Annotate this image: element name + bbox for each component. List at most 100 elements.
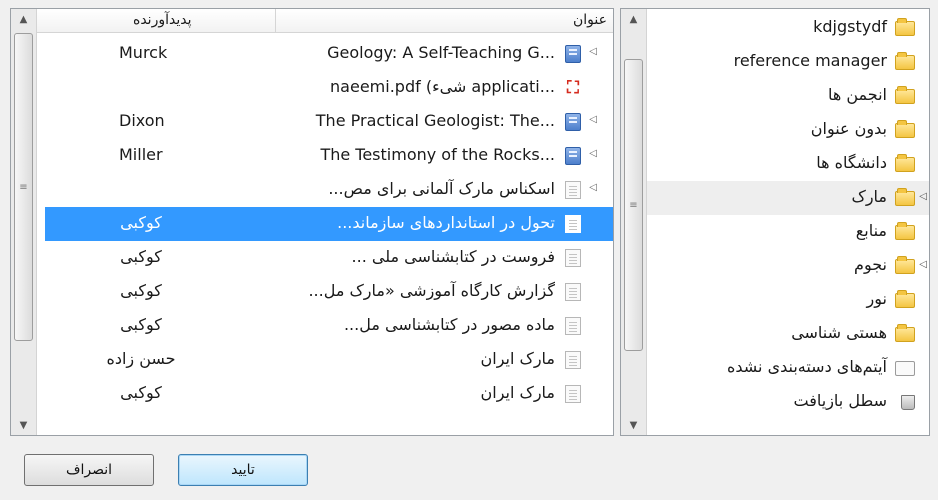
list-item[interactable]: حسن زاده مارک ایران <box>45 343 613 377</box>
scroll-thumb[interactable]: ≡ <box>624 59 643 351</box>
collection-label: آیتم‌های دسته‌بندی نشده <box>726 357 887 376</box>
collections-tree[interactable]: ▲ ≡ ▼ kdjgstydf reference manager انجمن ها… <box>620 8 930 436</box>
book-icon <box>565 147 581 165</box>
collection-label: مارک <box>851 187 888 206</box>
cancel-button[interactable]: انصراف <box>24 454 154 486</box>
collection-label: دانشگاه ها <box>816 153 887 172</box>
item-title: Geology: A Self-Teaching G... <box>327 43 555 62</box>
expand-arrow-icon[interactable]: ◁ <box>919 259 927 270</box>
collection-item[interactable]: kdjgstydf <box>647 11 929 45</box>
items-tree[interactable]: ▲ ≡ ▼ پدیدآورنده عنوان Murck Geology: A S… <box>10 8 614 436</box>
folder-icon <box>895 290 915 308</box>
expand-arrow-icon[interactable]: ◁ <box>589 148 597 159</box>
item-title: گزارش کارگاه آموزشی «مارک مل... <box>308 281 555 300</box>
item-creator: کوکبی <box>120 247 162 266</box>
document-icon <box>565 215 581 233</box>
scroll-up-arrow-icon[interactable]: ▲ <box>621 9 646 29</box>
item-title: تحول در استانداردهای سازماند... <box>337 213 555 232</box>
item-creator: کوکبی <box>120 315 162 334</box>
item-title: مارک ایران <box>480 349 556 368</box>
collection-item[interactable]: reference manager <box>647 45 929 79</box>
document-icon <box>565 283 581 301</box>
item-title: ماده مصور در کتابشناسی مل... <box>343 315 555 334</box>
book-icon <box>565 113 581 131</box>
item-title: The Testimony of the Rocks... <box>320 145 555 164</box>
expand-arrow-icon[interactable]: ◁ <box>919 191 927 202</box>
folder-icon <box>895 154 915 172</box>
collection-label: سطل بازیافت <box>793 391 887 410</box>
list-item[interactable]: naeemi.pdf (شیء applicati... ⛶ <box>45 71 613 105</box>
expand-arrow-icon[interactable]: ◁ <box>589 46 597 57</box>
column-header-creator[interactable]: پدیدآورنده <box>133 12 191 28</box>
book-icon <box>565 45 581 63</box>
item-creator: Murck <box>119 43 168 62</box>
list-item[interactable]: Murck Geology: A Self-Teaching G... ◁ <box>45 37 613 71</box>
folder-icon <box>895 188 915 206</box>
list-item[interactable]: کوکبی فروست در کتابشناسی ملی ... <box>45 241 613 275</box>
item-creator: Dixon <box>119 111 165 130</box>
collections-scrollbar[interactable]: ▲ ≡ ▼ <box>621 9 647 435</box>
item-creator: کوکبی <box>120 383 162 402</box>
item-title: naeemi.pdf (شیء applicati... <box>330 77 555 96</box>
items-scrollbar[interactable]: ▲ ≡ ▼ <box>11 9 37 435</box>
unfiled-items-icon <box>895 361 915 376</box>
collection-label: انجمن ها <box>827 85 887 104</box>
folder-icon <box>895 256 915 274</box>
trash-icon <box>901 395 915 410</box>
folder-icon <box>895 52 915 70</box>
scroll-down-arrow-icon[interactable]: ▼ <box>11 415 36 435</box>
item-title: اسکناس مارک آلمانی برای مص... <box>328 179 555 198</box>
collection-label: reference manager <box>733 51 887 70</box>
collection-item[interactable]: مارک ◁ <box>647 181 929 215</box>
document-icon <box>565 351 581 369</box>
items-header: پدیدآورنده عنوان <box>37 9 613 33</box>
item-creator: کوکبی <box>120 213 162 232</box>
collection-label: منابع <box>855 221 887 240</box>
collection-label: هستی شناسی <box>791 323 887 342</box>
folder-icon <box>895 18 915 36</box>
collection-item[interactable]: منابع <box>647 215 929 249</box>
folder-icon <box>895 86 915 104</box>
document-icon <box>565 385 581 403</box>
scroll-up-arrow-icon[interactable]: ▲ <box>11 9 36 29</box>
collection-item[interactable]: سطل بازیافت <box>647 385 929 419</box>
collection-item[interactable]: هستی شناسی <box>647 317 929 351</box>
collection-item[interactable]: دانشگاه ها <box>647 147 929 181</box>
folder-icon <box>895 120 915 138</box>
list-item-selected[interactable]: کوکبی تحول در استانداردهای سازماند... <box>45 207 613 241</box>
scroll-down-arrow-icon[interactable]: ▼ <box>621 415 646 435</box>
item-title: مارک ایران <box>480 383 556 402</box>
collections-list: kdjgstydf reference manager انجمن ها بدون ع… <box>647 9 929 435</box>
column-header-title[interactable]: عنوان <box>573 12 607 28</box>
ok-button[interactable]: تایید <box>178 454 308 486</box>
item-title: The Practical Geologist: The... <box>315 111 555 130</box>
collection-item[interactable]: نور <box>647 283 929 317</box>
folder-icon <box>895 222 915 240</box>
list-item[interactable]: کوکبی مارک ایران <box>45 377 613 411</box>
expand-arrow-icon[interactable]: ◁ <box>589 182 597 193</box>
collection-label: نور <box>866 289 887 308</box>
items-list: Murck Geology: A Self-Teaching G... ◁ naeem… <box>37 33 613 435</box>
list-item[interactable]: کوکبی گزارش کارگاه آموزشی «مارک مل... <box>45 275 613 309</box>
expand-arrow-icon[interactable]: ◁ <box>589 114 597 125</box>
collection-label: kdjgstydf <box>813 17 887 36</box>
item-title: فروست در کتابشناسی ملی ... <box>351 247 555 266</box>
column-divider[interactable] <box>275 9 276 33</box>
list-item[interactable]: کوکبی ماده مصور در کتابشناسی مل... <box>45 309 613 343</box>
document-icon <box>565 249 581 267</box>
collection-item[interactable]: آیتم‌های دسته‌بندی نشده <box>647 351 929 385</box>
list-item[interactable]: Miller The Testimony of the Rocks... ◁ <box>45 139 613 173</box>
folder-icon <box>895 324 915 342</box>
collection-label: بدون عنوان <box>810 119 887 138</box>
item-creator: حسن زاده <box>106 349 176 368</box>
document-icon <box>565 181 581 199</box>
collection-item[interactable]: انجمن ها <box>647 79 929 113</box>
list-item[interactable]: اسکناس مارک آلمانی برای مص... ◁ <box>45 173 613 207</box>
collection-item[interactable]: نجوم ◁ <box>647 249 929 283</box>
item-creator: کوکبی <box>120 281 162 300</box>
scroll-thumb[interactable]: ≡ <box>14 33 33 341</box>
collection-item[interactable]: بدون عنوان <box>647 113 929 147</box>
pdf-icon: ⛶ <box>567 78 579 98</box>
list-item[interactable]: Dixon The Practical Geologist: The... ◁ <box>45 105 613 139</box>
item-creator: Miller <box>119 145 163 164</box>
